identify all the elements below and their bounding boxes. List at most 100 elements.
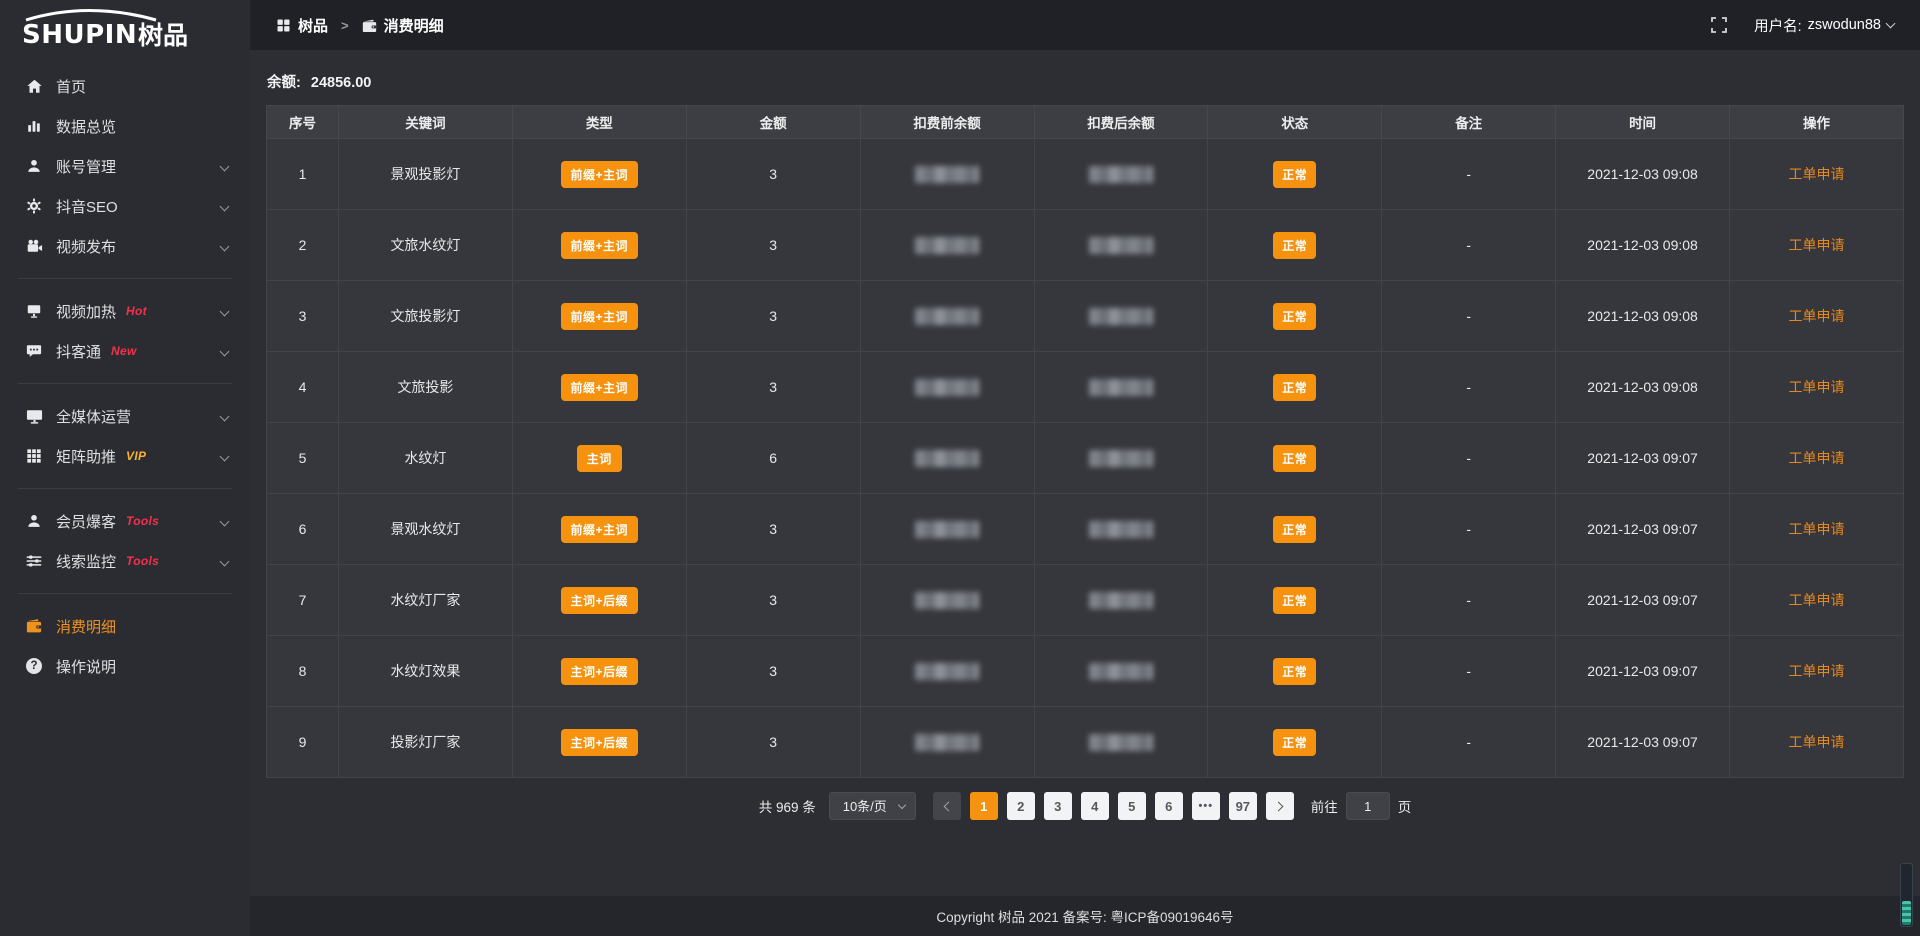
masked-value — [1089, 166, 1153, 183]
work-order-link[interactable]: 工单申请 — [1789, 308, 1845, 324]
cell-keyword: 投影灯厂家 — [339, 707, 513, 778]
masked-value — [1089, 663, 1153, 680]
sidebar-item-线索监控[interactable]: 线索监控 Tools — [0, 541, 250, 581]
page-button-97[interactable]: 97 — [1229, 792, 1257, 820]
sidebar-item-全媒体运营[interactable]: 全媒体运营 — [0, 396, 250, 436]
cell-action: 工单申请 — [1730, 494, 1904, 565]
work-order-link[interactable]: 工单申请 — [1789, 592, 1845, 608]
user-dropdown[interactable]: 用户名: zswodun88 — [1754, 15, 1894, 36]
cell-balance-before — [860, 636, 1034, 707]
table-row: 1景观投影灯前缀+主词3正常-2021-12-03 09:08工单申请 — [267, 139, 1904, 210]
username-value: zswodun88 — [1808, 17, 1881, 33]
sidebar-item-label: 矩阵助推 — [56, 446, 116, 467]
sidebar-item-视频发布[interactable]: 视频发布 — [0, 226, 250, 266]
sidebar-item-label: 抖音SEO — [56, 196, 118, 217]
chevron-down-icon — [898, 801, 906, 809]
breadcrumb-item-current[interactable]: 消费明细 — [362, 15, 444, 36]
page-button-3[interactable]: 3 — [1044, 792, 1072, 820]
screen-share-icon — [25, 302, 43, 320]
sidebar-item-label: 消费明细 — [56, 616, 116, 637]
next-page-button[interactable] — [1266, 792, 1294, 820]
cell-keyword: 景观投影灯 — [339, 139, 513, 210]
sidebar-item-消费明细[interactable]: 消费明细 — [0, 606, 250, 646]
floating-widget[interactable] — [1900, 863, 1913, 927]
wallet-icon — [25, 617, 43, 635]
cell-type: 前缀+主词 — [512, 210, 686, 281]
sidebar-item-操作说明[interactable]: ?操作说明 — [0, 646, 250, 686]
type-badge: 前缀+主词 — [561, 374, 639, 401]
masked-value — [915, 734, 979, 751]
page-button-6[interactable]: 6 — [1155, 792, 1183, 820]
page-buttons: 123456 ••• 97 — [970, 792, 1257, 820]
masked-value — [1089, 734, 1153, 751]
grid-icon — [25, 447, 43, 465]
cell-type: 主词+后缀 — [512, 707, 686, 778]
goto-page-input[interactable] — [1346, 792, 1390, 820]
sidebar-item-矩阵助推[interactable]: 矩阵助推 VIP — [0, 436, 250, 476]
work-order-link[interactable]: 工单申请 — [1789, 379, 1845, 395]
type-badge: 前缀+主词 — [561, 303, 639, 330]
status-badge: 正常 — [1273, 232, 1316, 259]
sidebar-item-tag: VIP — [126, 449, 146, 463]
cell-type: 前缀+主词 — [512, 281, 686, 352]
cell-time: 2021-12-03 09:08 — [1556, 352, 1730, 423]
page-size-select[interactable]: 10条/页 — [829, 792, 916, 820]
page-button-2[interactable]: 2 — [1007, 792, 1035, 820]
sliders-icon — [25, 552, 43, 570]
sidebar-item-抖音SEO[interactable]: 抖音SEO — [0, 186, 250, 226]
cell-type: 前缀+主词 — [512, 139, 686, 210]
sidebar-item-label: 首页 — [56, 76, 86, 97]
cell-status: 正常 — [1208, 139, 1382, 210]
sidebar-item-抖客通[interactable]: 抖客通New — [0, 331, 250, 371]
work-order-link[interactable]: 工单申请 — [1789, 663, 1845, 679]
cell-status: 正常 — [1208, 707, 1382, 778]
breadcrumb-separator: > — [341, 18, 349, 33]
sidebar-item-首页[interactable]: 首页 — [0, 66, 250, 106]
cell-balance-after — [1034, 352, 1208, 423]
work-order-link[interactable]: 工单申请 — [1789, 521, 1845, 537]
work-order-link[interactable]: 工单申请 — [1789, 237, 1845, 253]
cell-keyword: 文旅水纹灯 — [339, 210, 513, 281]
status-badge: 正常 — [1273, 658, 1316, 685]
sidebar-item-会员爆客[interactable]: 会员爆客Tools — [0, 501, 250, 541]
work-order-link[interactable]: 工单申请 — [1789, 450, 1845, 466]
pagination-total: 共 969 条 — [759, 796, 816, 816]
wallet-icon — [362, 18, 377, 33]
gear-icon — [25, 197, 43, 215]
type-badge: 前缀+主词 — [561, 516, 639, 543]
fullscreen-icon[interactable] — [1710, 16, 1728, 34]
chevron-down-icon — [1886, 18, 1896, 28]
chevron-down-icon — [220, 162, 230, 172]
type-badge: 主词+后缀 — [561, 587, 639, 614]
page-button-5[interactable]: 5 — [1118, 792, 1146, 820]
pagination: 共 969 条 10条/页 123456•••97 前往 页 — [250, 792, 1920, 820]
cell-index: 7 — [267, 565, 339, 636]
chevron-down-icon — [220, 347, 230, 357]
sidebar-item-账号管理[interactable]: 账号管理 — [0, 146, 250, 186]
status-badge: 正常 — [1273, 374, 1316, 401]
page-button-1[interactable]: 1 — [970, 792, 998, 820]
breadcrumb-label: 消费明细 — [384, 15, 444, 36]
page-button-4[interactable]: 4 — [1081, 792, 1109, 820]
work-order-link[interactable]: 工单申请 — [1789, 166, 1845, 182]
sidebar-item-视频加热[interactable]: 视频加热Hot — [0, 291, 250, 331]
breadcrumb-item-home[interactable]: 树品 — [276, 15, 328, 36]
prev-page-button[interactable] — [933, 792, 961, 820]
page-ellipsis[interactable]: ••• — [1192, 792, 1220, 820]
status-badge: 正常 — [1273, 445, 1316, 472]
sidebar-item-tag: Tools — [126, 554, 159, 568]
cell-action: 工单申请 — [1730, 707, 1904, 778]
brand-logo: SHUPIN 树品 — [0, 0, 250, 52]
table-row: 2文旅水纹灯前缀+主词3正常-2021-12-03 09:08工单申请 — [267, 210, 1904, 281]
table-row: 7水纹灯厂家主词+后缀3正常-2021-12-03 09:07工单申请 — [267, 565, 1904, 636]
status-badge: 正常 — [1273, 729, 1316, 756]
cell-remark: - — [1382, 139, 1556, 210]
breadcrumb-label: 树品 — [298, 15, 328, 36]
sidebar-item-label: 账号管理 — [56, 156, 116, 177]
sidebar-item-label: 线索监控 — [56, 551, 116, 572]
column-header-备注: 备注 — [1382, 106, 1556, 139]
username-label: 用户名: — [1754, 15, 1802, 36]
sidebar-item-数据总览[interactable]: 数据总览 — [0, 106, 250, 146]
goto-unit: 页 — [1398, 796, 1412, 816]
work-order-link[interactable]: 工单申请 — [1789, 734, 1845, 750]
